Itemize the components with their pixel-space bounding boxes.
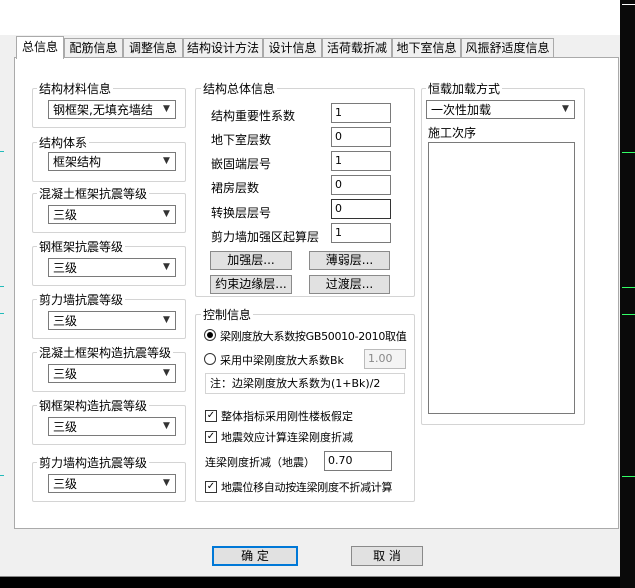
- transition-floor-button[interactable]: 过渡层...: [309, 275, 390, 294]
- radio-bk-stiffness[interactable]: [204, 353, 216, 365]
- background-mark: [622, 476, 635, 477]
- edge-beam-note: 注：边梁刚度放大系数为(1+Bk)/2: [205, 373, 405, 394]
- tab-design-method[interactable]: 结构设计方法: [183, 38, 263, 58]
- coupling-beam-reduction-label: 连梁刚度折减（地震）: [205, 456, 315, 469]
- importance-factor-input[interactable]: 1: [331, 103, 391, 123]
- shear-wall-constr-grade-select[interactable]: 三级 ▼: [48, 474, 176, 493]
- tab-adjustment-info[interactable]: 调整信息: [123, 38, 183, 58]
- group-title-control-info: 控制信息: [201, 306, 254, 323]
- transfer-floor-label: 转换层层号: [211, 206, 272, 220]
- construction-sequence-list[interactable]: [428, 142, 575, 414]
- tab-basement-info[interactable]: 地下室信息: [392, 38, 461, 58]
- weak-floor-button[interactable]: 薄弱层...: [309, 251, 390, 270]
- title-bar: [0, 0, 620, 35]
- chevron-down-icon: ▼: [163, 262, 170, 272]
- cancel-button[interactable]: 取 消: [351, 546, 423, 566]
- coupling-beam-reduction-input[interactable]: 0.70: [324, 451, 392, 471]
- tab-design-info[interactable]: 设计信息: [263, 38, 322, 58]
- group-title-steel-frame-grade: 钢框架抗震等级: [37, 238, 126, 255]
- group-title-concrete-frame-grade: 混凝土框架抗震等级: [37, 185, 150, 202]
- checkbox-coupling-beam-reduction-label: 地震效应计算连梁刚度折减: [221, 431, 353, 444]
- group-title-steel-frame-constr-grade: 钢框架构造抗震等级: [37, 397, 150, 414]
- chevron-down-icon: ▼: [562, 104, 569, 114]
- radio-gb-stiffness[interactable]: [204, 329, 216, 341]
- radio-bk-stiffness-label: 采用中梁刚度放大系数Bk: [220, 354, 344, 367]
- checkbox-displacement-no-reduction-label: 地震位移自动按连梁刚度不折减计算: [221, 481, 393, 494]
- embedded-floor-label: 嵌固端层号: [211, 157, 272, 171]
- tab-panel: 结构材料信息 钢框架,无填充墙结 ▼ 结构体系 框架结构 ▼ 混凝土框架抗震等级 三…: [14, 57, 619, 529]
- system-select[interactable]: 框架结构 ▼: [48, 152, 176, 171]
- bk-value-input[interactable]: 1.00: [364, 349, 406, 369]
- background-mark: [622, 4, 635, 5]
- tab-wind-comfort-info[interactable]: 风振舒适度信息: [461, 38, 554, 58]
- chevron-down-icon: ▼: [163, 478, 170, 488]
- shear-wall-grade-select[interactable]: 三级 ▼: [48, 311, 176, 330]
- group-title-material: 结构材料信息: [37, 80, 114, 97]
- tab-reinforcement-info[interactable]: 配筋信息: [64, 38, 123, 58]
- steel-frame-constr-grade-select[interactable]: 三级 ▼: [48, 417, 176, 436]
- construction-sequence-label: 施工次序: [428, 126, 477, 140]
- chevron-down-icon: ▼: [163, 315, 170, 325]
- checkbox-coupling-beam-reduction[interactable]: ✓: [205, 431, 217, 443]
- shear-wall-strengthen-start-label: 剪力墙加强区起算层: [211, 230, 320, 244]
- podium-floors-input[interactable]: 0: [331, 175, 391, 195]
- strengthened-floor-button[interactable]: 加强层...: [210, 251, 292, 270]
- background-strip: [620, 0, 635, 588]
- ok-button[interactable]: 确 定: [212, 546, 298, 566]
- background-mark: [0, 475, 4, 476]
- background-mark: [622, 152, 635, 153]
- constrained-edge-floor-button[interactable]: 约束边缘层...: [210, 275, 292, 294]
- chevron-down-icon: ▼: [163, 104, 170, 114]
- background-mark: [0, 151, 4, 152]
- radio-selected-dot-icon: [207, 332, 213, 338]
- group-title-system: 结构体系: [37, 134, 90, 151]
- chevron-down-icon: ▼: [163, 209, 170, 219]
- group-title-dead-load: 恒载加载方式: [426, 80, 503, 97]
- tab-general-info[interactable]: 总信息: [16, 36, 64, 59]
- dialog-window: 总信息 配筋信息 调整信息 结构设计方法 设计信息 活荷载折减 地下室信息 风振…: [0, 0, 621, 577]
- shear-wall-strengthen-start-input[interactable]: 1: [331, 223, 391, 243]
- radio-gb-stiffness-label: 梁刚度放大系数按GB50010-2010取值: [220, 330, 407, 343]
- group-title-shear-wall-constr-grade: 剪力墙构造抗震等级: [37, 454, 150, 471]
- embedded-floor-input[interactable]: 1: [331, 151, 391, 171]
- chevron-down-icon: ▼: [163, 368, 170, 378]
- background-mark: [0, 286, 4, 287]
- checkbox-displacement-no-reduction[interactable]: ✓: [205, 481, 217, 493]
- chevron-down-icon: ▼: [163, 156, 170, 166]
- chevron-down-icon: ▼: [163, 421, 170, 431]
- concrete-frame-constr-grade-select[interactable]: 三级 ▼: [48, 364, 176, 383]
- concrete-frame-grade-select[interactable]: 三级 ▼: [48, 205, 176, 224]
- importance-factor-label: 结构重要性系数: [211, 109, 296, 123]
- podium-floors-label: 裙房层数: [211, 181, 260, 195]
- steel-frame-grade-select[interactable]: 三级 ▼: [48, 258, 176, 277]
- basement-floors-input[interactable]: 0: [331, 127, 391, 147]
- transfer-floor-input[interactable]: 0: [331, 199, 391, 219]
- basement-floors-label: 地下室层数: [211, 133, 272, 147]
- group-title-concrete-frame-constr-grade: 混凝土框架构造抗震等级: [37, 344, 174, 361]
- background-mark: [622, 314, 635, 315]
- group-title-shear-wall-grade: 剪力墙抗震等级: [37, 291, 126, 308]
- checkbox-rigid-floor-label: 整体指标采用刚性楼板假定: [221, 410, 353, 423]
- material-select[interactable]: 钢框架,无填充墙结 ▼: [48, 100, 176, 119]
- checkbox-rigid-floor[interactable]: ✓: [205, 410, 217, 422]
- background-mark: [622, 287, 635, 288]
- group-title-overall-info: 结构总体信息: [201, 80, 278, 97]
- background-mark: [0, 313, 4, 314]
- tab-live-load-reduction[interactable]: 活荷载折减: [322, 38, 392, 58]
- dead-load-method-select[interactable]: 一次性加载 ▼: [426, 100, 575, 119]
